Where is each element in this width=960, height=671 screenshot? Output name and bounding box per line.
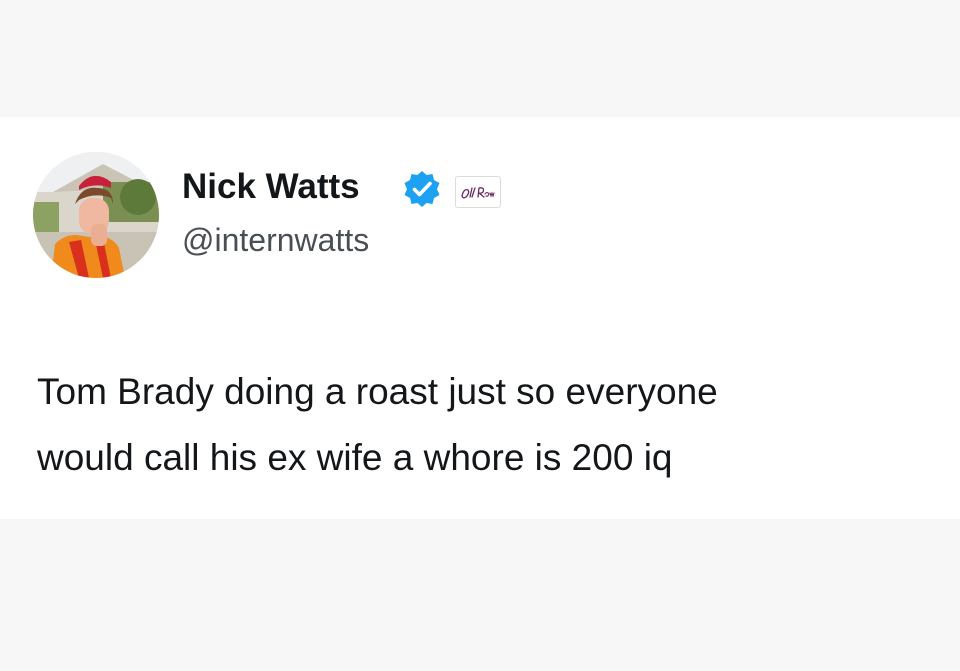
tweet-card: Nick Watts @internwatts Tom Brady doing … [0,117,960,519]
tweet-text-line: Tom Brady doing a roast just so everyone [37,371,718,412]
avatar[interactable] [33,152,159,278]
author-handle[interactable]: @internwatts [182,220,369,260]
author-display-name[interactable]: Nick Watts [182,166,360,208]
verified-badge-icon [404,171,440,207]
tweet-body: Tom Brady doing a roast just so everyone… [37,359,937,491]
tweet-text-line: would call his ex wife a whore is 200 iq [37,437,673,478]
avatar-photo [33,152,159,278]
old-row-logo-icon [461,187,495,199]
affiliate-badge[interactable] [455,176,501,208]
